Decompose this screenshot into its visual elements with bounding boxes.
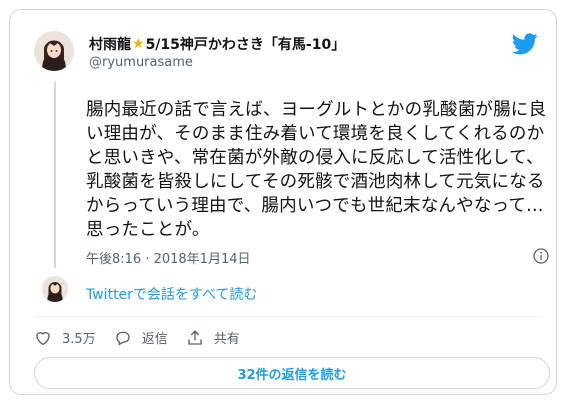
thread-avatar[interactable] xyxy=(42,276,68,302)
heart-icon xyxy=(36,331,50,345)
tweet-card: 村雨龍 ★ 5/15神戸かわさき「有馬-10」 @ryumurasame 腸内最… xyxy=(9,9,557,395)
twitter-bird-icon[interactable] xyxy=(512,33,538,55)
share-label: 共有 xyxy=(213,332,240,347)
thread-line xyxy=(54,82,56,268)
like-count: 3.5万 xyxy=(62,332,96,347)
action-bar: 3.5万 返信 共有 xyxy=(34,328,258,347)
author-handle[interactable]: @ryumurasame xyxy=(89,55,193,70)
read-conversation-link[interactable]: Twitterで会話をすべて読む xyxy=(86,284,257,304)
reply-label: 返信 xyxy=(141,332,168,347)
tweet-text: 腸内最近の話で言えば、ヨーグルトとかの乳酸菌が腸に良い理由が、そのまま住み着いて… xyxy=(86,100,547,240)
like-button[interactable]: 3.5万 xyxy=(34,328,96,347)
author-name-part2: 5/15神戸かわさき「有馬-10」 xyxy=(145,37,346,53)
reply-button[interactable]: 返信 xyxy=(114,328,168,347)
divider xyxy=(36,316,540,317)
reply-icon xyxy=(116,331,130,346)
read-replies-button[interactable]: 32件の返信を読む xyxy=(34,357,550,389)
author-avatar[interactable] xyxy=(34,31,74,71)
author-name[interactable]: 村雨龍 ★ 5/15神戸かわさき「有馬-10」 xyxy=(89,34,345,54)
author-name-part1: 村雨龍 xyxy=(89,37,131,53)
info-icon[interactable] xyxy=(533,248,549,264)
tweet-timestamp[interactable]: 午後8:16 · 2018年1月14日 xyxy=(86,248,251,267)
share-button[interactable]: 共有 xyxy=(186,328,240,347)
share-icon xyxy=(188,329,202,345)
star-emoji: ★ xyxy=(132,36,145,52)
